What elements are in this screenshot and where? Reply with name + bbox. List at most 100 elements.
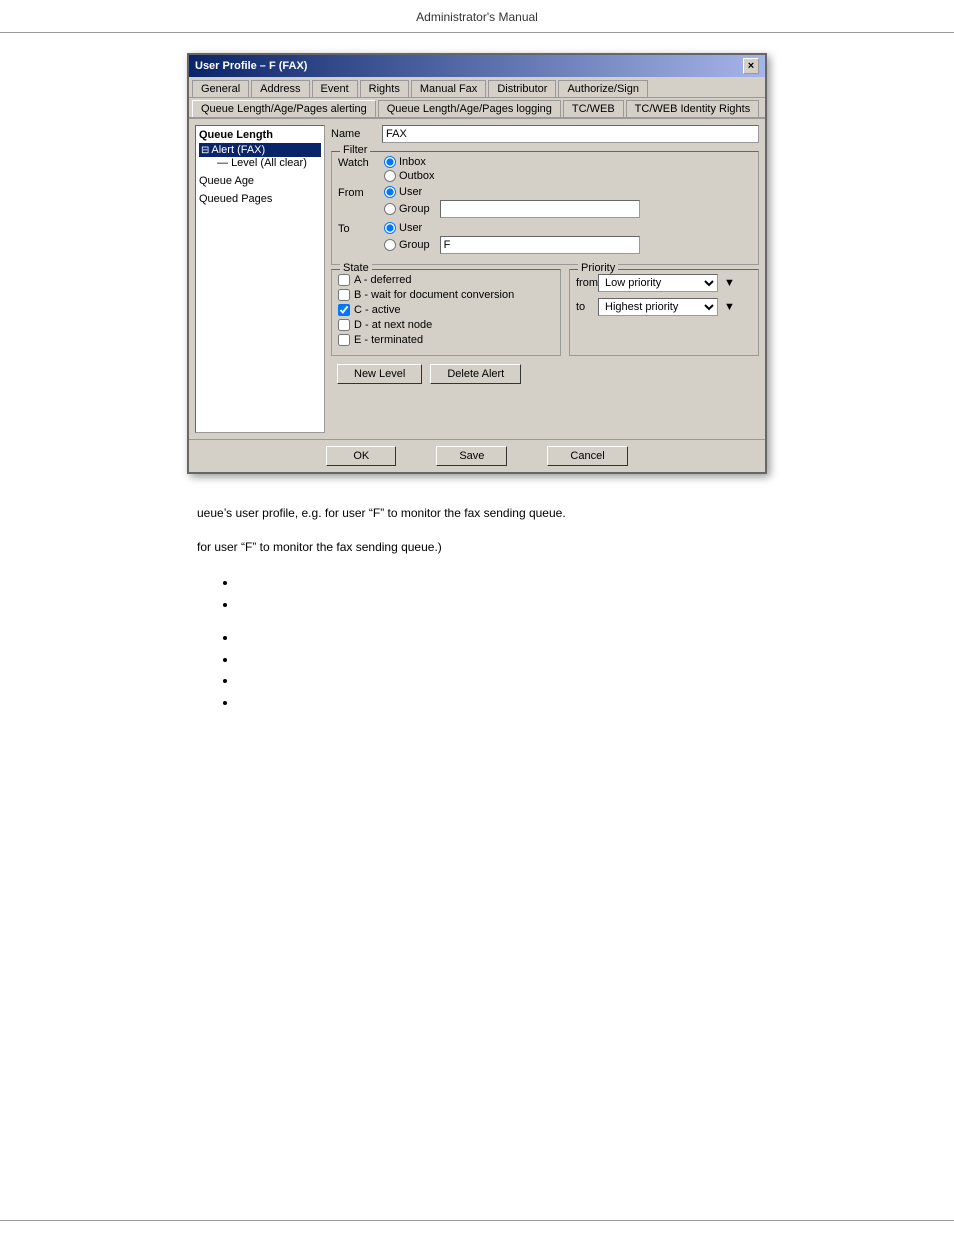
to-user-radio-label[interactable]: User [384, 222, 640, 234]
left-panel: Queue Length ⊟ Alert (FAX) — Level (All … [195, 125, 325, 433]
priority-to-select[interactable]: Low priority Normal priority High priori… [598, 298, 718, 316]
from-group-radio-label[interactable]: Group [384, 203, 430, 215]
filter-group-title: Filter [340, 144, 370, 156]
tab-tcweb[interactable]: TC/WEB [563, 100, 624, 117]
bullet-item-4 [237, 649, 757, 671]
from-input[interactable] [440, 200, 640, 218]
queue-age-label: Queue Age [199, 175, 321, 187]
tab-event[interactable]: Event [312, 80, 358, 97]
tab-authorize-sign[interactable]: Authorize/Sign [558, 80, 648, 97]
tab-tcweb-identity[interactable]: TC/WEB Identity Rights [626, 100, 760, 117]
outbox-radio[interactable] [384, 170, 396, 182]
from-user-radio-label[interactable]: User [384, 186, 640, 198]
body-paragraph-1: ueue’s user profile, e.g. for user “F” t… [197, 504, 757, 522]
priority-to-dropdown-icon: ▼ [724, 301, 735, 313]
state-c-label: C - active [354, 304, 400, 316]
priority-from-dropdown-icon: ▼ [724, 277, 735, 289]
state-a-checkbox[interactable] [338, 274, 350, 286]
state-e-row: E - terminated [338, 334, 554, 346]
dialog-titlebar: User Profile – F (FAX) × [189, 55, 765, 77]
to-group-radio-label[interactable]: Group [384, 239, 430, 251]
tab-queue-logging[interactable]: Queue Length/Age/Pages logging [378, 100, 561, 117]
priority-from-select[interactable]: Low priority Normal priority High priori… [598, 274, 718, 292]
state-d-label: D - at next node [354, 319, 432, 331]
to-input[interactable] [440, 236, 640, 254]
bullet-item-2 [237, 594, 757, 616]
state-a-row: A - deferred [338, 274, 554, 286]
tab-general[interactable]: General [192, 80, 249, 97]
state-b-checkbox[interactable] [338, 289, 350, 301]
tab-rights[interactable]: Rights [360, 80, 409, 97]
level-label: — [217, 157, 231, 169]
delete-alert-button[interactable]: Delete Alert [430, 364, 521, 384]
from-options: User Group [384, 186, 640, 218]
to-options: User Group [384, 222, 640, 254]
watch-label: Watch [338, 157, 376, 169]
to-user-radio[interactable] [384, 222, 396, 234]
user-profile-dialog: User Profile – F (FAX) × General Address… [187, 53, 767, 474]
tab-address[interactable]: Address [251, 80, 309, 97]
action-buttons-row: New Level Delete Alert [331, 360, 759, 388]
alert-fax-label: Alert (FAX) [211, 144, 265, 156]
state-b-label: B - wait for document conversion [354, 289, 514, 301]
bullet-item-5 [237, 670, 757, 692]
watch-row: Watch Inbox Outbox [338, 156, 752, 182]
alert-fax-item[interactable]: ⊟ Alert (FAX) [199, 143, 321, 157]
state-priority-row: State A - deferred B - wait for document… [331, 269, 759, 356]
save-button[interactable]: Save [436, 446, 507, 466]
to-user-label: User [399, 222, 422, 234]
state-d-row: D - at next node [338, 319, 554, 331]
tree-expand-icon: ⊟ [201, 145, 209, 156]
state-b-row: B - wait for document conversion [338, 289, 554, 301]
priority-from-label: from [576, 277, 592, 289]
state-c-checkbox[interactable] [338, 304, 350, 316]
cancel-button[interactable]: Cancel [547, 446, 627, 466]
page-footer [0, 1220, 954, 1225]
ok-button[interactable]: OK [326, 446, 396, 466]
right-panel: Name Filter Watch Inbox [331, 125, 759, 433]
name-field-label: Name [331, 128, 376, 140]
tabs-row-2: Queue Length/Age/Pages alerting Queue Le… [189, 98, 765, 119]
inbox-radio[interactable] [384, 156, 396, 168]
watch-options: Inbox Outbox [384, 156, 434, 182]
tab-manual-fax[interactable]: Manual Fax [411, 80, 486, 97]
close-button[interactable]: × [743, 58, 759, 74]
dialog-footer: OK Save Cancel [189, 439, 765, 472]
from-user-label: User [399, 186, 422, 198]
from-group-label: Group [399, 203, 430, 215]
to-label: To [338, 223, 376, 235]
dialog-wrapper: User Profile – F (FAX) × General Address… [0, 53, 954, 474]
bullet-item-1 [237, 572, 757, 594]
name-input[interactable] [382, 125, 759, 143]
inbox-label: Inbox [399, 156, 426, 168]
inbox-radio-label[interactable]: Inbox [384, 156, 434, 168]
body-paragraph-2: for user “F” to monitor the fax sending … [197, 538, 757, 556]
level-all-clear-item[interactable]: — Level (All clear) [199, 157, 321, 169]
priority-to-label: to [576, 301, 592, 313]
bullet-item-6 [237, 692, 757, 714]
queue-length-label: Queue Length [199, 129, 321, 141]
bullet-list [237, 572, 757, 714]
tab-distributor[interactable]: Distributor [488, 80, 556, 97]
dialog-body: Queue Length ⊟ Alert (FAX) — Level (All … [189, 119, 765, 439]
state-group-title: State [340, 262, 372, 274]
level-all-clear-label: Level (All clear) [231, 157, 307, 169]
state-d-checkbox[interactable] [338, 319, 350, 331]
state-group: State A - deferred B - wait for document… [331, 269, 561, 356]
from-row: From User Group [338, 186, 752, 218]
to-group-radio[interactable] [384, 239, 396, 251]
from-group-radio[interactable] [384, 203, 396, 215]
to-group-label: Group [399, 239, 430, 251]
header-title: Administrator's Manual [416, 10, 538, 24]
new-level-button[interactable]: New Level [337, 364, 422, 384]
state-e-checkbox[interactable] [338, 334, 350, 346]
outbox-radio-label[interactable]: Outbox [384, 170, 434, 182]
priority-to-row: to Low priority Normal priority High pri… [576, 298, 752, 316]
tab-queue-alerting[interactable]: Queue Length/Age/Pages alerting [192, 100, 376, 117]
filter-group: Filter Watch Inbox Outbox [331, 151, 759, 265]
queued-pages-label: Queued Pages [199, 193, 321, 205]
state-c-row: C - active [338, 304, 554, 316]
body-text-section: ueue’s user profile, e.g. for user “F” t… [137, 504, 817, 714]
bullet-item-3 [237, 627, 757, 649]
from-user-radio[interactable] [384, 186, 396, 198]
